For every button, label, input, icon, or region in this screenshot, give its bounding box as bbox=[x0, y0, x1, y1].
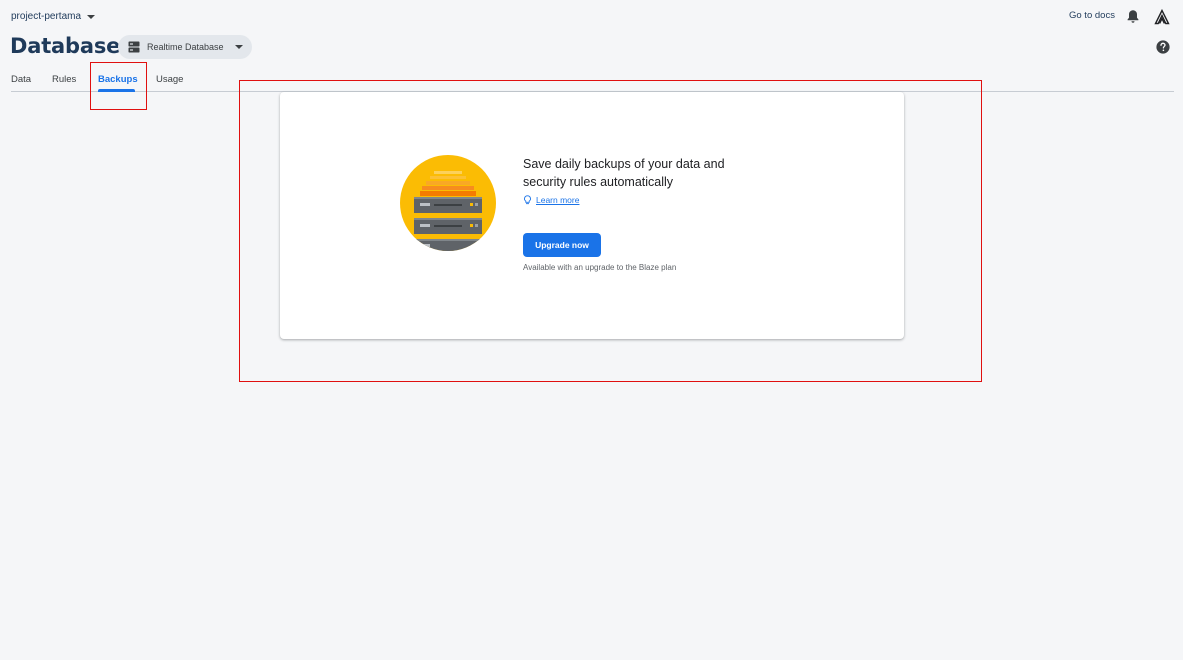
active-tab-indicator bbox=[98, 89, 135, 92]
lightbulb-icon bbox=[524, 195, 531, 205]
bell-icon[interactable] bbox=[1126, 9, 1140, 24]
database-tabs: Data Rules Backups Usage bbox=[11, 68, 1174, 92]
project-selector[interactable]: project-pertama bbox=[11, 11, 96, 22]
tab-usage[interactable]: Usage bbox=[156, 74, 183, 85]
go-to-docs-link[interactable]: Go to docs bbox=[1069, 10, 1115, 21]
page-title: Database bbox=[10, 34, 121, 58]
upgrade-now-button[interactable]: Upgrade now bbox=[523, 233, 601, 257]
help-icon[interactable] bbox=[1156, 40, 1170, 54]
database-type-dropdown[interactable]: Realtime Database bbox=[118, 35, 252, 59]
project-name: project-pertama bbox=[11, 11, 82, 22]
tab-data[interactable]: Data bbox=[11, 74, 31, 85]
chevron-down-icon bbox=[234, 45, 243, 49]
database-icon bbox=[128, 41, 140, 53]
account-avatar-icon[interactable] bbox=[1154, 9, 1170, 25]
learn-more-link[interactable]: Learn more bbox=[523, 195, 579, 205]
availability-note: Available with an upgrade to the Blaze p… bbox=[523, 263, 677, 272]
server-backup-illustration bbox=[400, 155, 496, 251]
backups-headline: Save daily backups of your data and secu… bbox=[523, 157, 725, 189]
top-bar: project-pertama Go to docs bbox=[0, 0, 1183, 32]
chevron-down-icon bbox=[87, 14, 96, 19]
learn-more-text: Learn more bbox=[536, 195, 580, 205]
database-type-label: Realtime Database bbox=[147, 42, 224, 52]
tab-backups[interactable]: Backups bbox=[98, 74, 138, 85]
backups-upgrade-card: Save daily backups of your data and secu… bbox=[280, 92, 904, 339]
tab-rules[interactable]: Rules bbox=[52, 74, 76, 85]
